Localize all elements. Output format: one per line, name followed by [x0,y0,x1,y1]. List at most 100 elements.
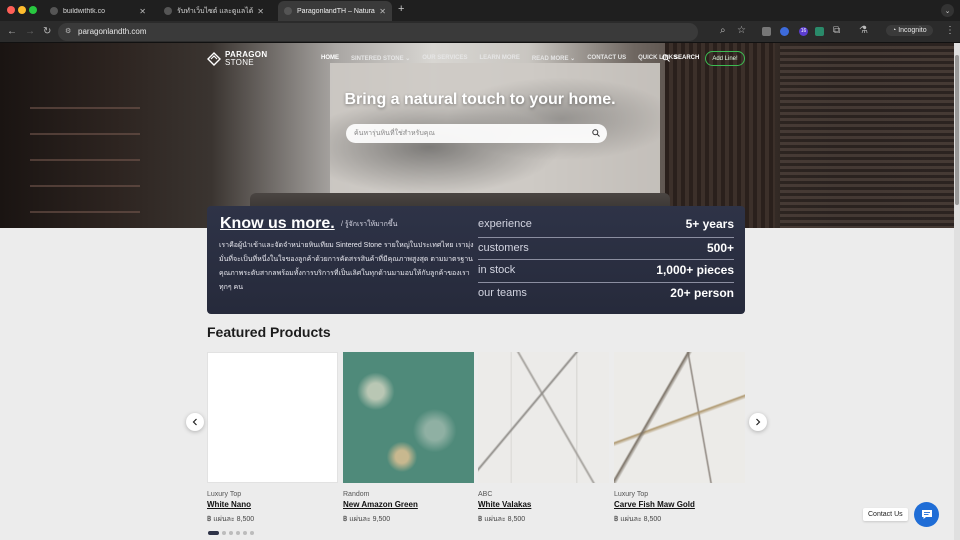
url-field[interactable]: ⚙ paragonlandth.com [58,23,698,41]
product-image[interactable] [478,352,609,483]
about-card: Know us more. / รู้จักเราให้มากขึ้น เราค… [207,206,745,314]
scrollbar-thumb[interactable] [955,55,959,205]
browser-window: buildwithtk.co ✕ รับทำเว็บไซต์ และดูแลได… [0,0,960,540]
tab-search-icon[interactable]: ⌄ [941,4,954,17]
search-label: SEARCH [674,55,700,61]
product-price: ฿ แผ่นละ 8,500 [207,516,255,523]
menu-kebab-icon[interactable]: ⋮ [945,25,955,36]
logo-line2: STONE [225,58,254,67]
hero-headline: Bring a natural touch to your home. [344,91,616,108]
stat-in-stock: in stock 1,000+ pieces [478,259,734,282]
extension-badge-icon[interactable]: 16 [799,27,808,36]
logo-text: PARAGON STONE [225,51,267,67]
tab-label: ParagonlandTH – Natural touch [297,7,376,15]
paragon-stone-logo[interactable]: PARAGON STONE [207,51,267,67]
product-image[interactable] [207,352,338,483]
nav-home[interactable]: HOME [321,55,339,62]
page-scrollbar[interactable] [954,43,960,540]
maximize-window-button[interactable] [29,6,37,14]
stat-experience: experience 5+ years [478,214,734,237]
hero-search-input[interactable] [354,127,584,140]
extension-icon[interactable] [815,27,824,36]
carousel-dot[interactable] [229,531,233,535]
chevron-left-icon [192,418,197,426]
stat-key: experience [478,218,532,230]
tab-buildwithtk[interactable]: buildwithtk.co ✕ [44,1,152,21]
url-text: paragonlandth.com [78,27,147,36]
product-price: ฿ แผ่นละ 8,500 [478,516,526,523]
product-category: Luxury Top [614,491,649,498]
extension-camera-icon[interactable] [762,27,771,36]
product-name[interactable]: New Amazon Green [343,500,474,509]
tab-label: รับทำเว็บไซต์ และดูแลได้ทุกรูปแบบ [177,7,254,15]
product-image[interactable] [614,352,745,483]
nav-sintered-stone[interactable]: SINTERED STONE ⌄ [351,55,410,62]
carousel-dot[interactable] [236,531,240,535]
carousel-dot[interactable] [243,531,247,535]
tab-website-service[interactable]: รับทำเว็บไซต์ และดูแลได้ทุกรูปแบบ ✕ [158,1,270,21]
product-card[interactable]: ABC White Valakas ฿ แผ่นละ 8,500 [478,352,609,525]
address-bar: ← → ↻ ⚙ paragonlandth.com ⌕ ☆ 16 ⧉ ⚗ ◔ I… [0,21,960,43]
incognito-label: Incognito [898,27,927,34]
carousel-prev-button[interactable] [186,413,204,431]
search-link[interactable]: SEARCH [662,54,699,62]
stat-our-teams: our teams 20+ person [478,282,734,305]
nav-contact-us[interactable]: CONTACT US [587,55,626,62]
carousel-dot[interactable] [222,531,226,535]
zoom-icon[interactable]: ⌕ [720,25,726,36]
featured-products-title: Featured Products [207,324,331,340]
stat-value: 500+ [706,240,734,255]
add-line-button[interactable]: Add Line! [705,51,745,66]
product-name[interactable]: Carve Fish Maw Gold [614,500,745,509]
github-icon [50,7,58,15]
chat-bubble-icon [921,510,932,519]
product-name[interactable]: White Nano [207,500,338,509]
chat-button[interactable] [914,502,939,527]
search-icon [662,54,670,62]
hero-wall-slats [665,43,775,228]
minimize-window-button[interactable] [18,6,26,14]
product-card[interactable]: Luxury Top Carve Fish Maw Gold ฿ แผ่นละ … [614,352,745,525]
new-tab-icon[interactable]: + [398,3,404,15]
search-icon[interactable] [592,129,600,137]
stats-list: experience 5+ years customers 500+ in st… [478,214,734,305]
tab-bar: buildwithtk.co ✕ รับทำเว็บไซต์ และดูแลได… [0,0,960,21]
product-card[interactable]: Random New Amazon Green ฿ แผ่นละ 9,500 [343,352,474,525]
extension-icon[interactable] [780,27,789,36]
stat-value: 1,000+ pieces [656,263,734,278]
incognito-badge[interactable]: ◔ Incognito [886,25,933,36]
lab-flask-icon[interactable]: ⚗ [859,25,868,36]
close-tab-icon[interactable]: ✕ [139,7,146,16]
forward-icon[interactable]: → [25,26,35,37]
hero-search-box [346,124,607,143]
back-icon[interactable]: ← [7,26,17,37]
product-name[interactable]: White Valakas [478,500,609,509]
nav-learn-more[interactable]: LEARN MORE [480,55,520,62]
product-card[interactable]: Luxury Top White Nano ฿ แผ่นละ 8,500 [207,352,338,525]
product-category: Random [343,491,370,498]
close-tab-icon[interactable]: ✕ [379,7,386,16]
extensions-puzzle-icon[interactable]: ⧉ [833,25,840,36]
paragon-logo-icon [207,52,221,66]
site-info-icon[interactable]: ⚙ [65,27,71,35]
product-image[interactable] [343,352,474,483]
bookmark-star-icon[interactable]: ☆ [737,25,746,36]
site-favicon-icon [284,7,292,15]
carousel-dot[interactable] [250,531,254,535]
reload-icon[interactable]: ↻ [43,26,51,37]
carousel-pagination [208,531,257,535]
hero-window-blinds [780,43,960,228]
tab-paragonland[interactable]: ParagonlandTH – Natural touch ✕ [278,1,392,21]
site-favicon-icon [164,7,172,15]
close-tab-icon[interactable]: ✕ [257,7,264,16]
about-title[interactable]: Know us more. [220,215,335,233]
product-carousel: Luxury Top White Nano ฿ แผ่นละ 8,500 Ran… [207,352,745,527]
carousel-dot-active[interactable] [208,531,219,535]
carousel-next-button[interactable] [749,413,767,431]
nav-read-more[interactable]: READ MORE ⌄ [532,55,575,62]
contact-us-label[interactable]: Contact Us [863,508,908,521]
tab-label: buildwithtk.co [63,7,106,15]
close-window-button[interactable] [7,6,15,14]
nav-our-services[interactable]: OUR SERVICES [422,55,467,62]
stat-customers: customers 500+ [478,236,734,260]
